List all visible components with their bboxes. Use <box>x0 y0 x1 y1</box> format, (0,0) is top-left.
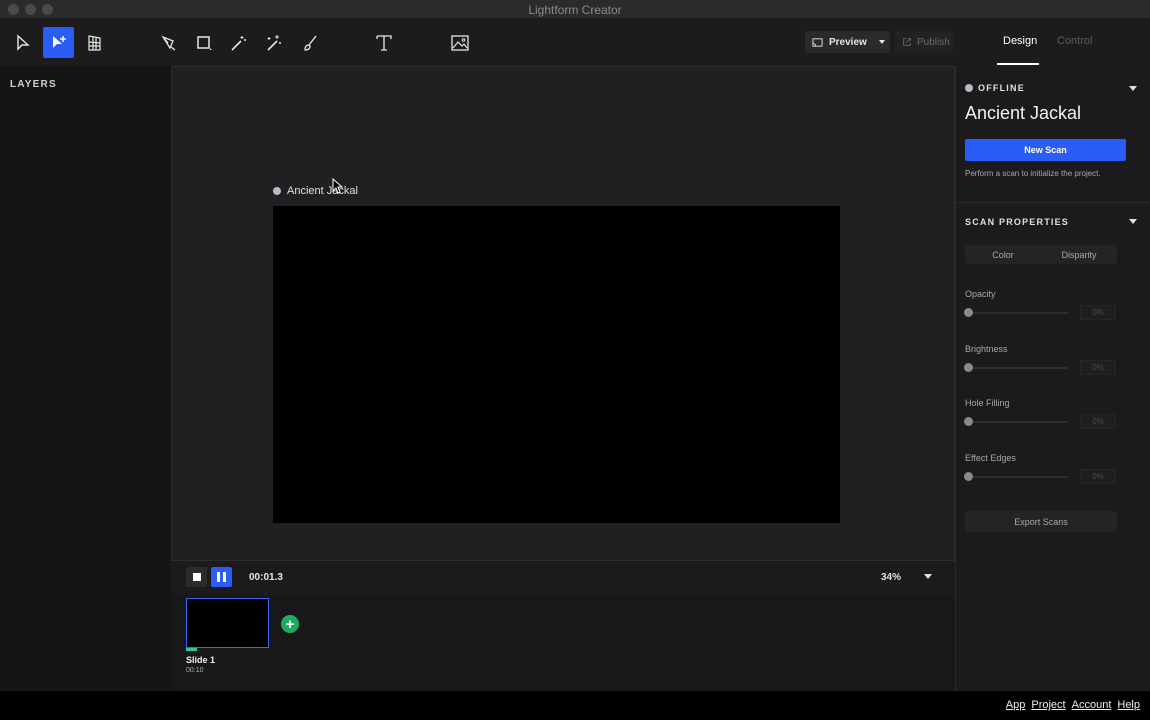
publish-label: Publish <box>917 36 950 48</box>
pen-icon <box>160 35 175 51</box>
stage-label: Ancient Jackal <box>273 185 358 197</box>
stage-status-dot <box>273 187 281 195</box>
zoom-level[interactable]: 34% <box>881 572 901 583</box>
playback-time: 00:01.3 <box>249 572 283 583</box>
hole-filling-label: Hole Filling <box>965 398 1010 408</box>
slide-thumbnail[interactable] <box>186 598 269 648</box>
pause-icon <box>217 572 226 582</box>
stage-name: Ancient Jackal <box>287 185 358 197</box>
tab-design[interactable]: Design <box>1003 35 1037 47</box>
title-bar: Lightform Creator <box>0 0 1150 19</box>
panel-divider <box>956 202 1150 203</box>
hole-filling-value[interactable]: 0% <box>1080 414 1116 429</box>
magic-wand-add-tool-button[interactable] <box>257 27 288 58</box>
segment-color[interactable]: Color <box>965 245 1041 264</box>
pen-tool-button[interactable] <box>153 27 184 58</box>
slide-duration: 00:10 <box>186 667 204 674</box>
add-slide-button[interactable]: + <box>281 615 299 633</box>
select-arrow-icon <box>16 33 30 51</box>
layers-panel <box>0 66 171 691</box>
new-scan-button[interactable]: New Scan <box>965 139 1126 161</box>
effect-edges-slider-track[interactable] <box>968 476 1068 478</box>
pause-button[interactable] <box>211 567 232 587</box>
magic-wand-icon <box>230 35 246 51</box>
warp-tool-button[interactable] <box>78 27 109 58</box>
slides-strip <box>171 595 955 691</box>
toolbar <box>0 19 1150 66</box>
footer-links: App Project Account Help <box>1006 699 1140 711</box>
stop-icon <box>192 573 201 581</box>
brightness-label: Brightness <box>965 344 1008 354</box>
preview-button[interactable]: Preview <box>805 31 890 53</box>
publish-button[interactable]: Publish <box>895 31 953 53</box>
opacity-slider-track[interactable] <box>968 312 1068 314</box>
direct-select-icon <box>52 35 66 48</box>
external-link-icon <box>903 38 911 46</box>
footer-link-help[interactable]: Help <box>1117 699 1140 711</box>
plus-icon: + <box>285 615 295 633</box>
brightness-slider-handle[interactable] <box>964 363 973 372</box>
projection-stage[interactable] <box>273 206 840 523</box>
scan-mode-segmented-control: Color Disparity <box>965 245 1117 264</box>
hole-filling-slider-handle[interactable] <box>964 417 973 426</box>
hole-filling-slider-track[interactable] <box>968 421 1068 423</box>
brush-icon <box>303 35 317 51</box>
image-icon <box>450 34 469 51</box>
stop-button[interactable] <box>186 567 207 587</box>
text-tool-button[interactable] <box>368 27 399 58</box>
opacity-value[interactable]: 0% <box>1080 305 1116 320</box>
slide-progress-bar <box>186 648 197 651</box>
tab-control[interactable]: Control <box>1057 35 1092 47</box>
footer-link-account[interactable]: Account <box>1072 699 1112 711</box>
image-tool-button[interactable] <box>444 27 475 58</box>
preview-dropdown-icon[interactable] <box>879 40 885 44</box>
slide-title: Slide 1 <box>186 655 216 665</box>
rectangle-tool-button[interactable] <box>188 27 219 58</box>
export-scans-button[interactable]: Export Scans <box>965 511 1117 532</box>
status-text: OFFLINE <box>978 83 1025 93</box>
text-icon <box>375 34 392 51</box>
tab-active-indicator <box>997 63 1039 65</box>
effect-edges-slider-handle[interactable] <box>964 472 973 481</box>
scan-hint: Perform a scan to initialize the project… <box>965 169 1101 178</box>
window-title: Lightform Creator <box>528 3 622 17</box>
status-collapse-icon[interactable] <box>1129 86 1137 91</box>
brightness-slider-track[interactable] <box>968 367 1068 369</box>
status-dot <box>965 84 973 92</box>
cast-icon <box>812 37 823 47</box>
select-tool-button[interactable] <box>7 27 38 58</box>
magic-wand-plus-icon <box>266 34 281 51</box>
scan-properties-collapse-icon[interactable] <box>1129 219 1137 224</box>
transport-bar <box>171 561 955 595</box>
effect-edges-label: Effect Edges <box>965 453 1016 463</box>
opacity-slider-handle[interactable] <box>964 308 973 317</box>
brightness-value[interactable]: 0% <box>1080 360 1116 375</box>
brush-tool-button[interactable] <box>294 27 325 58</box>
direct-select-tool-button[interactable] <box>43 27 74 58</box>
scan-properties-title: SCAN PROPERTIES <box>965 217 1070 227</box>
zoom-dropdown-icon[interactable] <box>924 574 932 579</box>
rectangle-icon <box>196 35 212 50</box>
footer-link-project[interactable]: Project <box>1031 699 1065 711</box>
warp-grid-icon <box>87 34 101 51</box>
preview-label: Preview <box>829 36 867 48</box>
opacity-label: Opacity <box>965 289 996 299</box>
footer-bar <box>0 691 1150 720</box>
mouse-cursor-icon <box>332 178 344 194</box>
magic-wand-tool-button[interactable] <box>222 27 253 58</box>
footer-link-app[interactable]: App <box>1006 699 1026 711</box>
segment-disparity[interactable]: Disparity <box>1041 245 1117 264</box>
effect-edges-value[interactable]: 0% <box>1080 469 1116 484</box>
project-name: Ancient Jackal <box>965 103 1082 123</box>
layers-title: LAYERS <box>10 79 57 90</box>
